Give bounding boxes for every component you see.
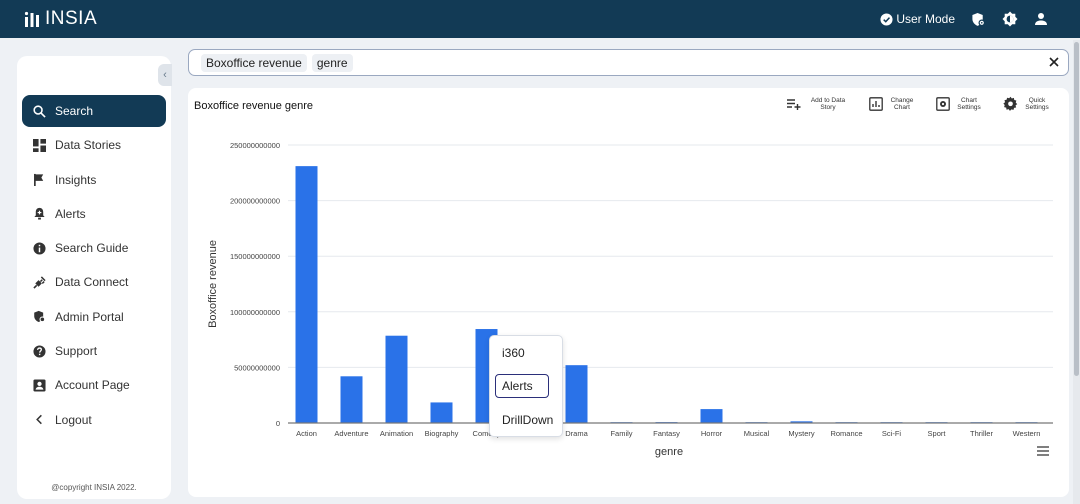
chart-bar[interactable] [295,166,318,423]
x-tick-label: Romance [830,429,862,438]
chart-bar[interactable] [565,365,588,423]
chart-menu-icon[interactable] [1037,446,1049,456]
brightness-icon[interactable] [1002,11,1018,27]
plug-icon [32,275,46,289]
chart-bar[interactable] [340,376,363,423]
sidebar-item-data-stories[interactable]: Data Stories [22,129,166,161]
x-tick-label: Thriller [970,429,993,438]
sidebar-item-account-page[interactable]: Account Page [22,369,166,401]
bar-context-menu: i360 Alerts DrillDown [489,335,563,437]
help-icon [32,344,46,358]
y-tick-label: 100000000000 [230,308,280,317]
sidebar-item-insights[interactable]: Insights [22,164,166,196]
account-box-icon [32,378,46,392]
context-menu-i360[interactable]: i360 [496,341,550,365]
flag-icon [32,173,46,187]
sidebar-nav: Search Data Stories Insights Alerts Sear… [22,95,166,438]
x-axis-title: genre [655,446,683,458]
x-tick-label: Western [1013,429,1041,438]
account-icon[interactable] [1034,12,1048,26]
sidebar-item-search-guide[interactable]: Search Guide [22,232,166,264]
close-icon[interactable] [1047,55,1061,69]
x-tick-label: Action [296,429,317,438]
bar-chart: 0 50000000000 100000000000 150000000000 2000… [207,141,1053,458]
sidebar-item-label: Logout [55,412,92,427]
x-tick-label: Sci-Fi [882,429,901,438]
app-logo[interactable]: INSIA [24,8,97,30]
sidebar-item-alerts[interactable]: Alerts [22,198,166,230]
x-tick-label: Mystery [788,429,815,438]
sidebar-item-label: Data Connect [55,275,129,290]
dashboard-icon [32,138,46,152]
y-axis-title: Boxoffice revenue [207,240,219,328]
y-tick-label: 250000000000 [230,141,280,150]
x-tick-label: Horror [701,429,723,438]
y-tick-label: 0 [276,419,280,428]
y-tick-label: 150000000000 [230,252,280,261]
search-bar[interactable]: Boxoffice revenue genre [188,49,1069,76]
check-circle-icon [880,12,893,26]
chevron-left-icon: ‹ [163,69,167,81]
x-tick-label: Drama [565,429,588,438]
x-tick-label: Sport [928,429,947,438]
sidebar-item-label: Account Page [55,378,130,393]
chevron-left-icon [32,413,46,427]
sidebar-item-label: Support [55,344,98,359]
chart-bar[interactable] [385,335,408,423]
user-mode-label: User Mode [896,12,955,26]
chart-card: Boxoffice revenue genre Add to Data Story… [188,88,1069,497]
shield-gear-icon [32,310,46,324]
context-menu-alerts[interactable]: Alerts [495,374,549,398]
bell-icon [32,207,46,221]
sidebar-item-label: Insights [55,172,97,187]
sidebar-item-admin-portal[interactable]: Admin Portal [22,301,166,333]
sidebar-item-support[interactable]: Support [22,335,166,367]
y-tick-label: 50000000000 [234,363,280,372]
user-mode-toggle[interactable]: User Mode [880,12,955,26]
x-tick-label: Biography [425,429,459,438]
y-tick-label: 200000000000 [230,197,280,206]
sidebar-item-logout[interactable]: Logout [22,404,166,436]
sidebar-item-data-connect[interactable]: Data Connect [22,266,166,298]
top-bar: INSIA User Mode [0,0,1080,38]
x-tick-label: Musical [744,429,770,438]
x-tick-label: Family [610,429,632,438]
sidebar-item-search[interactable]: Search [22,95,166,127]
shield-gear-icon[interactable] [971,12,986,27]
context-menu-drilldown[interactable]: DrillDown [496,408,553,432]
app-name: INSIA [45,8,98,29]
x-tick-label: Animation [380,429,413,438]
search-icon [32,104,46,118]
sidebar-item-label: Search Guide [55,241,129,256]
x-tick-label: Adventure [334,429,368,438]
sidebar-item-label: Data Stories [55,138,122,153]
search-chip-attribute[interactable]: genre [311,53,353,72]
chart-bar[interactable] [430,402,453,423]
page-scrollbar-thumb[interactable] [1074,42,1079,376]
copyright-text: @copyright INSIA 2022. [51,483,137,492]
sidebar-item-label: Alerts [55,206,86,221]
chart-bar[interactable] [700,409,723,423]
logo-bars-icon [24,11,39,27]
sidebar-collapse-button[interactable]: ‹ [158,64,172,86]
sidebar-item-label: Search [55,104,94,118]
search-chip-measure[interactable]: Boxoffice revenue [201,53,307,72]
info-icon [32,241,46,255]
sidebar-item-label: Admin Portal [55,309,124,324]
x-tick-label: Fantasy [653,429,680,438]
